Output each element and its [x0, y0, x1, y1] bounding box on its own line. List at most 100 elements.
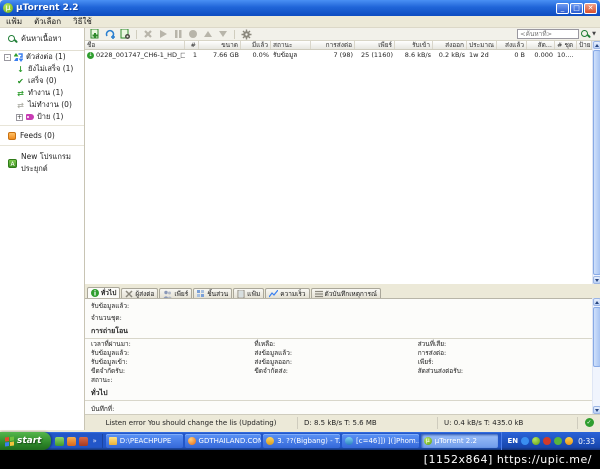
column-number[interactable]: # [185, 41, 199, 49]
chevron-icon[interactable]: » [91, 437, 97, 445]
sidebar-search[interactable]: ค้นหาเนื้อหา [0, 28, 84, 51]
search-button[interactable] [581, 29, 590, 39]
tab-files[interactable]: แฟ้ม [233, 288, 265, 298]
sidebar-item-completed[interactable]: ✔ เสร็จ (0) [0, 75, 84, 87]
firefox-icon [187, 437, 196, 445]
field-remaining: ที่เหลือ: [254, 340, 276, 348]
task-explorer[interactable]: D:\PEACHPUPE [105, 434, 183, 448]
language-indicator[interactable]: EN [508, 437, 519, 445]
task-utorrent[interactable]: µ µTorrent 2.2 [420, 434, 498, 448]
add-torrent-button[interactable] [89, 28, 101, 40]
expand-icon[interactable]: + [16, 113, 23, 121]
preferences-button[interactable] [240, 29, 252, 40]
torrent-eta: 1w 2d [469, 51, 489, 59]
scroll-down-button[interactable] [593, 406, 600, 414]
messenger-icon [345, 437, 354, 445]
field-seeds: การส่งต่อ: [417, 349, 447, 357]
column-up-speed[interactable]: ส่งออก [433, 41, 467, 49]
column-uploaded[interactable]: ส่งแล้ว [497, 41, 527, 49]
move-up-button[interactable] [202, 29, 214, 40]
pause-icon [175, 30, 182, 38]
filter-search-input[interactable] [517, 29, 580, 39]
column-done[interactable]: มีแล้ว [241, 41, 271, 49]
maximize-button[interactable]: □ [570, 2, 583, 14]
scrollbar-thumb[interactable] [593, 50, 600, 275]
remove-button[interactable] [142, 29, 154, 40]
sidebar-item-label: ตัวส่งต่อ (1) [26, 52, 66, 61]
close-button[interactable]: ✕ [584, 2, 597, 14]
upload-total-status: U: 0.4 kB/s T: 435.0 kB [438, 416, 578, 429]
sidebar-item-downloading[interactable]: ↓ ยังไม่เสร็จ (1) [0, 63, 84, 75]
pause-button[interactable] [172, 29, 184, 40]
task-messenger[interactable]: [c=46]]) ](]Phom... [342, 434, 419, 448]
create-torrent-button[interactable] [119, 28, 131, 40]
menu-file[interactable]: แฟ้ม [0, 16, 28, 28]
column-size[interactable]: ขนาด [199, 41, 241, 49]
column-peers[interactable]: เพียร์ [355, 41, 395, 49]
torrent-row[interactable]: ↓ 0228_001747_CH6-1_HD_□□ T... 1 7.66 GB… [85, 50, 592, 60]
network-ok-icon: ✓ [584, 418, 594, 427]
torrent-uploaded: 0 B [514, 51, 525, 59]
tab-logger[interactable]: ตัวบันทึกเหตุการณ์ [310, 288, 382, 298]
menu-bar: แฟ้ม ตัวเลือก วิธีใช้ [0, 16, 600, 28]
column-avail[interactable]: # ชุด [555, 41, 577, 49]
menu-options[interactable]: ตัวเลือก [28, 16, 67, 28]
tab-speed[interactable]: ความเร็ว [265, 288, 310, 298]
torrent-seeds: 7 (98) [333, 51, 353, 59]
column-seeds[interactable]: การส่งต่อ [311, 41, 355, 49]
add-url-button[interactable] [104, 29, 116, 40]
completed-icon: ✔ [17, 76, 24, 86]
clock[interactable]: 0:33 [578, 437, 595, 446]
hide-icons-icon[interactable] [521, 437, 530, 445]
task-firefox[interactable]: GDTHAILAND.COM... [184, 434, 262, 448]
tab-trackers[interactable]: ผู้ส่งต่อ [121, 288, 159, 298]
column-label[interactable]: ป้ายชื่อ [577, 41, 592, 49]
detail-tab-bar: ทั่วไป ผู้ส่งต่อ เพียร์ ชิ้นส่วน แฟ้ม คว… [85, 287, 600, 298]
sidebar-item-inactive[interactable]: ⇄ ไม่ทำงาน (0) [0, 99, 84, 111]
column-down-speed[interactable]: รับเข้า [395, 41, 433, 49]
sidebar-item-torrents[interactable]: - ตัวส่งต่อ (1) [0, 51, 84, 63]
detail-panel-scrollbar[interactable] [592, 298, 600, 414]
title-bar[interactable]: µ µTorrent 2.2 _ □ ✕ [0, 0, 600, 16]
tab-peers[interactable]: เพียร์ [159, 288, 193, 298]
general-section-title: ทั่วไป [85, 385, 592, 401]
stop-button[interactable] [187, 29, 199, 40]
column-name[interactable]: ชื่อ [85, 41, 185, 49]
start-button[interactable]: start [0, 432, 52, 450]
sidebar-item-feeds[interactable]: Feeds (0) [0, 128, 84, 143]
minimize-button[interactable]: _ [556, 2, 569, 14]
quick-launch-icon-3[interactable] [79, 436, 89, 446]
field-upload-limit: ขีดจำกัดส่ง: [254, 367, 288, 375]
tray-icon-red[interactable] [543, 437, 552, 445]
scroll-up-button[interactable] [593, 298, 600, 306]
torrent-list-scrollbar[interactable] [592, 41, 600, 284]
messenger-tray-icon[interactable] [565, 437, 574, 445]
collapse-icon[interactable]: - [4, 53, 11, 61]
field-downloaded: รับข้อมูลแล้ว: [91, 349, 130, 357]
menu-help[interactable]: วิธีใช้ [67, 16, 98, 28]
torrent-avail: 10.... [557, 51, 574, 59]
torrent-size: 7.66 GB [212, 51, 239, 59]
column-ratio[interactable]: สัด... [527, 41, 555, 49]
taskbar: start » D:\PEACHPUPE GDTHAILAND.COM... 3… [0, 432, 600, 450]
tray-icon-green[interactable] [554, 437, 563, 445]
scroll-down-button[interactable] [593, 276, 600, 284]
start-button[interactable] [157, 29, 169, 40]
column-eta[interactable]: ประมาณ [467, 41, 497, 49]
task-music[interactable]: 3. ??(Bigbang) - T... [263, 434, 341, 448]
scroll-up-button[interactable] [593, 41, 600, 49]
search-dropdown-icon[interactable]: ▼ [592, 31, 596, 37]
column-status[interactable]: สถานะ [271, 41, 311, 49]
quick-launch-icon-2[interactable] [67, 436, 77, 446]
tab-general[interactable]: ทั่วไป [87, 287, 121, 298]
sidebar-item-active[interactable]: ⇄ ทำงาน (1) [0, 87, 84, 99]
utorrent-icon: µ [423, 437, 432, 445]
quick-launch-icon-1[interactable] [55, 436, 65, 446]
field-download-limit: ขีดจำกัดรับ: [91, 367, 126, 375]
move-down-button[interactable] [217, 29, 229, 40]
scrollbar-thumb[interactable] [593, 307, 600, 367]
utorrent-tray-icon[interactable] [532, 437, 541, 445]
sidebar-item-new-apps[interactable]: A New โปรแกรมประยุกต์ [0, 148, 84, 178]
sidebar-item-labels[interactable]: + ป้าย (1) [0, 111, 84, 123]
tab-pieces[interactable]: ชิ้นส่วน [193, 288, 233, 298]
